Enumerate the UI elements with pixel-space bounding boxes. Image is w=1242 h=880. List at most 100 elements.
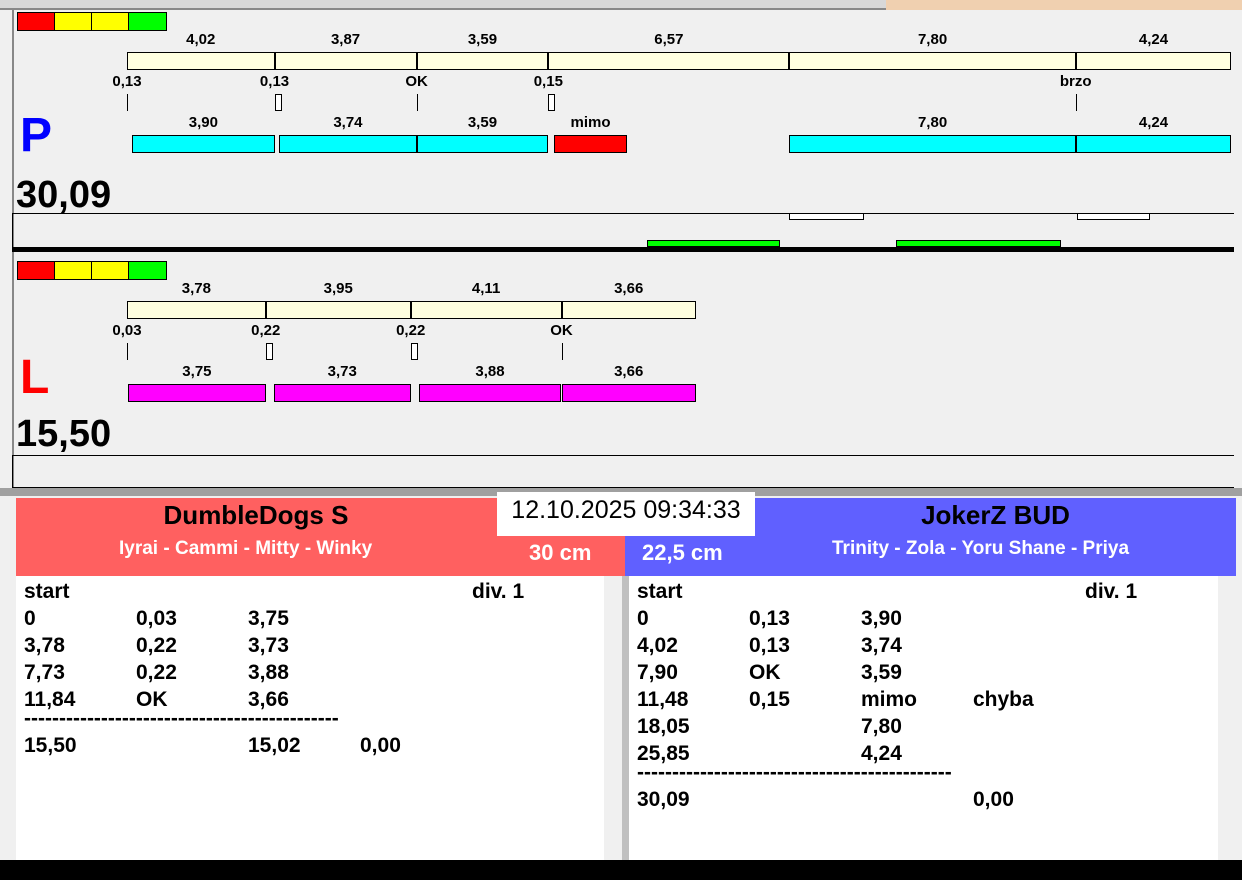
split-bar [127,301,266,319]
reaction-tick [416,94,418,111]
lane-l-signal-strip [12,455,1234,488]
left-results-list[interactable]: start div. 1 0 0,03 3,75 3,78 0,22 3,73 7,73 0,22… [16,576,622,860]
cell: 3,78 [24,634,65,657]
cell: 3,90 [861,607,902,630]
cell: 3,59 [861,661,902,684]
miss-bar [553,135,628,153]
split-label: 6,57 [654,31,684,48]
list-row: 4,02 0,13 3,74 [637,634,1242,661]
run-label: 3,66 [614,363,644,380]
reaction-label: 0,22 [396,322,426,339]
reaction-label: OK [405,73,428,90]
split-bar [561,301,696,319]
cell: 0,03 [136,607,177,630]
run-label: 7,80 [917,114,948,131]
cell: 30,09 [637,788,690,811]
lane-p-letter: P [20,109,53,162]
reaction-tick [127,94,128,111]
cell: mimo [861,688,918,711]
run-label: mimo [570,114,611,131]
list-row: 3,78 0,22 3,73 [24,634,630,661]
cell: 0,22 [136,661,177,684]
run-bar [1075,135,1232,153]
green-signal-block [647,240,780,247]
split-label: 3,59 [467,31,498,48]
run-label: 3,59 [467,114,498,131]
top-toolbar-strip [0,0,1242,10]
reaction-label: 0,13 [112,73,142,90]
cell: 7,90 [637,661,678,684]
cell: 15,02 [248,734,301,757]
split-label: 3,95 [323,280,353,297]
cell: 0 [637,607,649,630]
left-team-members: Iyrai - Cammi - Mitty - Winky [119,538,373,559]
legend-p [17,12,167,31]
cell: 7,73 [24,661,65,684]
reaction-label: OK [550,322,573,339]
cell: 0,22 [136,634,177,657]
signal-block [1077,213,1150,220]
cell: 0,00 [973,788,1014,811]
reaction-gap-marker [265,343,273,360]
split-bar [127,52,275,70]
cell: chyba [973,688,1034,711]
run-bar [128,384,266,402]
cell: 0 [24,607,36,630]
split-bar [548,52,790,70]
split-bar [789,52,1076,70]
divider-line: ----------------------------------------… [637,761,952,784]
divider-line: ----------------------------------------… [24,707,339,730]
cell: 0,13 [749,634,790,657]
left-team-distance: 30 cm [529,540,592,565]
right-results-list[interactable]: start div. 1 0 0,13 3,90 4,02 0,13 3,74 7,90 OK 3,… [629,576,1236,860]
split-label: 7,80 [917,31,948,48]
cell: 0,15 [749,688,790,711]
split-label: 4,02 [186,31,216,48]
run-label: 3,73 [327,363,357,380]
reaction-tick [127,343,128,360]
run-label: 3,75 [182,363,212,380]
split-label: 3,78 [181,280,211,297]
list-divider [622,576,629,860]
list-row: 0 0,13 3,90 [637,607,1242,634]
list-row: 7,90 OK 3,59 [637,661,1242,688]
reaction-tick [1075,94,1077,111]
split-label: 3,87 [330,31,361,48]
right-team-distance: 22,5 cm [642,540,723,565]
run-bar [273,384,411,402]
division-label: div. 1 [1085,580,1138,603]
reaction-label: 0,15 [533,73,563,90]
list-row: 15,50 15,02 0,00 [24,734,630,761]
run-bar [416,135,549,153]
cell: 18,05 [637,715,690,738]
split-bar [265,301,411,319]
split-bar [416,52,549,70]
split-label: 4,11 [471,280,501,297]
signal-block [789,213,864,220]
lane-l-letter: L [20,351,50,404]
bottom-bar [0,860,1242,880]
run-bar [131,135,275,153]
run-label: 3,88 [475,363,505,380]
cell: 3,88 [248,661,289,684]
split-label: 4,24 [1138,31,1169,48]
list-row: 30,09 0,00 [637,788,1242,815]
cell: OK [749,661,781,684]
reaction-label: 0,03 [112,322,142,339]
reaction-gap-marker [274,94,282,111]
run-label: 3,74 [333,114,363,131]
datetime: 12.10.2025 09:34:33 [497,492,755,536]
cell: 7,80 [861,715,902,738]
run-label: 3,90 [188,114,218,131]
cell: 3,73 [248,634,289,657]
run-label: 4,24 [1138,114,1169,131]
split-bar [1075,52,1232,70]
cell: 3,75 [248,607,289,630]
list-row: 18,05 7,80 [637,715,1242,742]
lane-l-total: 15,50 [16,413,112,455]
split-bar [410,301,562,319]
left-team-name: DumbleDogs S [163,500,349,530]
reaction-label: 0,22 [251,322,281,339]
run-bar [279,135,417,153]
lane-p-total: 30,09 [16,174,112,216]
